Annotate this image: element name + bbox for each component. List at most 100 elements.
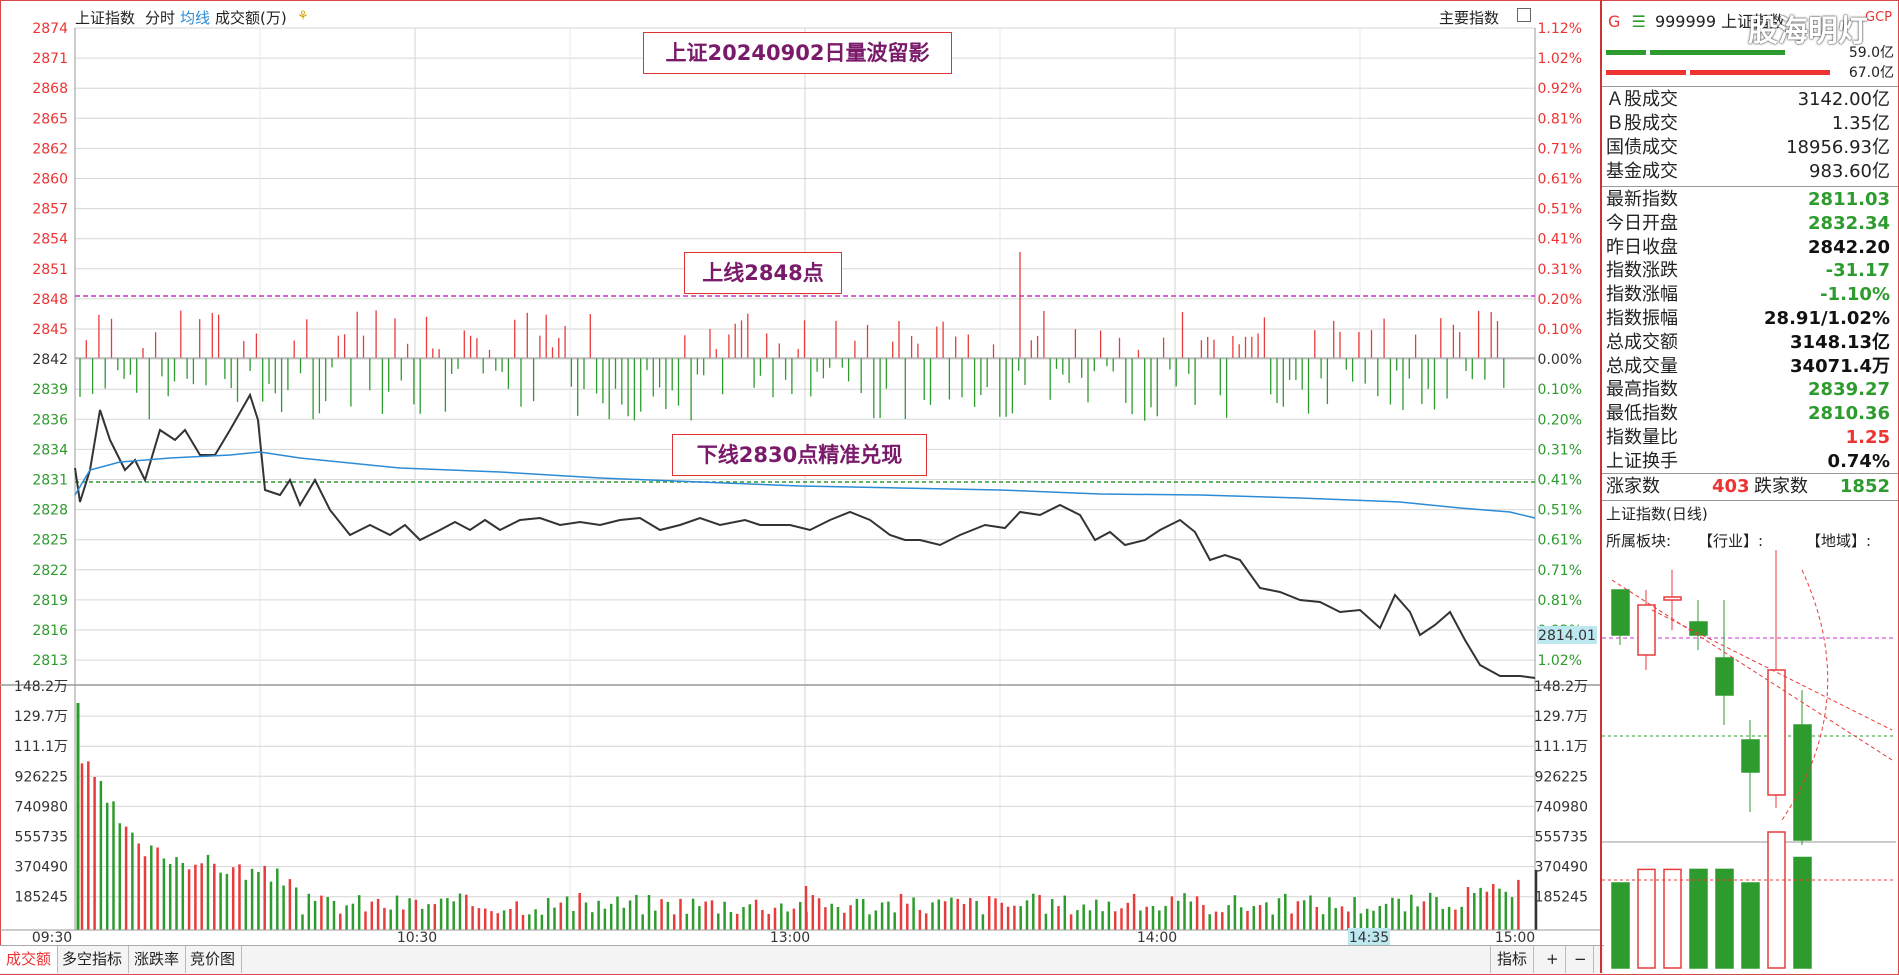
price-tick-label: 2831 [32, 473, 68, 489]
pct-tick-label: 0.51% [1538, 503, 1582, 519]
pct-tick-label: 0.00% [1538, 352, 1582, 368]
stat-value: -1.10% [1820, 284, 1890, 306]
zoom-out-button[interactable]: − [1568, 946, 1594, 973]
kline-body [1767, 669, 1786, 796]
gcp-badge: GCP [1865, 10, 1892, 25]
price-tick-label: 2839 [32, 382, 68, 398]
price-tick-label: 2851 [32, 262, 68, 278]
stat-label: 指数量比 [1606, 427, 1678, 448]
vol-tick-label: 740980 [15, 799, 68, 815]
stat-label: 指数振幅 [1606, 308, 1678, 329]
stat-value: 3148.13亿 [1790, 331, 1890, 353]
price-tick-label: 2854 [32, 232, 68, 248]
stat-row: 最新指数 2811.03 [1606, 188, 1894, 212]
stat-row: 最低指数 2810.36 [1606, 402, 1894, 426]
vol-tick-label: 370490 [15, 860, 68, 876]
price-tick-label: 2834 [32, 442, 68, 458]
time-cursor-label: 14:35 [1349, 930, 1389, 945]
turnover-value: 983.60亿 [1809, 161, 1890, 182]
stat-value: 2810.36 [1808, 403, 1890, 425]
turnover-label: 基金成交 [1606, 161, 1678, 182]
industry-label[interactable]: 【行业】: [1698, 530, 1763, 551]
turnover-value: 1.35亿 [1831, 113, 1890, 134]
down-count-label: 跌家数 [1754, 476, 1808, 497]
pct-tick-label: 0.31% [1538, 442, 1582, 458]
turnover-row: Ｂ股成交 1.35亿 [1606, 112, 1894, 136]
buy-bar-1 [1606, 50, 1646, 55]
tab-auction[interactable]: 竞价图 [184, 946, 243, 973]
price-tick-label: 2822 [32, 563, 68, 579]
kline-body [1793, 724, 1812, 841]
divider [1602, 500, 1898, 501]
stat-label: 指数涨跌 [1606, 260, 1678, 282]
sell-amount: 67.0亿 [1848, 65, 1894, 81]
turnover-label: 国债成交 [1606, 137, 1678, 158]
kline-body [1715, 657, 1734, 696]
tab-adv-decline[interactable]: 涨跌率 [128, 946, 187, 973]
time-tick-label: 14:00 [1137, 930, 1177, 945]
stat-label: 上证换手 [1606, 450, 1678, 472]
daily-volume-bar [1741, 882, 1760, 969]
pct-tick-label: 0.61% [1538, 172, 1582, 188]
list-icon[interactable]: ☰ [1632, 12, 1646, 31]
pct-tick-label: 0.31% [1538, 262, 1582, 278]
price-tick-label: 2828 [32, 503, 68, 519]
price-tick-label: 2857 [32, 202, 68, 218]
stat-row: 指数涨跌 -31.17 [1606, 259, 1894, 283]
pct-tick-label: 0.20% [1538, 412, 1582, 428]
kline-body [1663, 596, 1682, 601]
stat-label: 最新指数 [1606, 189, 1678, 210]
up-count: 403 [1712, 476, 1750, 497]
vol-tick-label: 185245 [15, 890, 68, 906]
daily-kline-chart [1602, 550, 1896, 969]
kline-body [1611, 589, 1630, 636]
g-marker: G [1608, 12, 1621, 31]
vol-tick-label: 926225 [15, 769, 68, 785]
divider [1602, 473, 1898, 474]
price-tick-label: 2848 [32, 292, 68, 308]
trend-line [1611, 579, 1893, 761]
stat-row: 指数涨幅 -1.10% [1606, 283, 1894, 307]
region-label[interactable]: 【地域】: [1806, 530, 1871, 551]
daily-chart-title: 上证指数(日线) [1606, 505, 1708, 523]
stat-row: 指数振幅 28.91/1.02% [1606, 307, 1894, 331]
vol-tick-label-right: 926225 [1535, 769, 1588, 785]
stat-row: 最高指数 2839.27 [1606, 378, 1894, 402]
turnover-row: 国债成交 18956.93亿 [1606, 136, 1894, 160]
sell-bar-2 [1690, 70, 1830, 75]
price-tick-label: 2813 [32, 653, 68, 669]
stat-label: 总成交量 [1606, 355, 1678, 377]
tab-turnover[interactable]: 成交额 [0, 946, 59, 973]
daily-volume-bar [1767, 831, 1786, 969]
pct-tick-label: 1.02% [1538, 51, 1582, 67]
down-count: 1852 [1839, 476, 1890, 497]
kline-body [1741, 739, 1760, 773]
pct-tick-label: 0.41% [1538, 232, 1582, 248]
price-tick-label: 2860 [32, 172, 68, 188]
pct-tick-label: 0.10% [1538, 382, 1582, 398]
pct-tick-label: 0.20% [1538, 292, 1582, 308]
stat-value: 2842.20 [1808, 236, 1890, 258]
stat-value: 0.74% [1827, 450, 1890, 472]
turnover-row: 基金成交 983.60亿 [1606, 160, 1894, 184]
stat-value: -31.17 [1825, 260, 1890, 282]
title-annotation: 上证20240902日量波留影 [643, 32, 952, 74]
pct-tick-label: 1.02% [1538, 653, 1582, 669]
divider [1602, 86, 1898, 87]
indicator-button[interactable]: 指标 [1490, 946, 1535, 973]
pct-tick-label: 0.71% [1538, 563, 1582, 579]
upper-line-annotation: 上线2848点 [684, 252, 842, 294]
turnover-row: Ａ股成交 3142.00亿 [1606, 88, 1894, 112]
vol-tick-label: 129.7万 [14, 709, 68, 725]
price-tick-label: 2871 [32, 51, 68, 67]
quote-panel: G ☰ 999999 上证指数 GCP 股海明灯 59.0亿 67.0亿 Ａ股成… [1600, 0, 1899, 973]
indicator-tab-bar: 成交额 多空指标 涨跌率 竞价图 指标 + − [0, 945, 1604, 974]
daily-volume-bar [1793, 856, 1812, 969]
stat-value: 2839.27 [1808, 379, 1890, 401]
stat-row: 总成交量 34071.4万 [1606, 355, 1894, 379]
pct-tick-label: 0.41% [1538, 473, 1582, 489]
zoom-in-button[interactable]: + [1540, 946, 1566, 973]
tab-long-short[interactable]: 多空指标 [56, 946, 130, 973]
vol-tick-label-right: 185245 [1535, 890, 1588, 906]
stat-row: 今日开盘 2832.34 [1606, 212, 1894, 236]
